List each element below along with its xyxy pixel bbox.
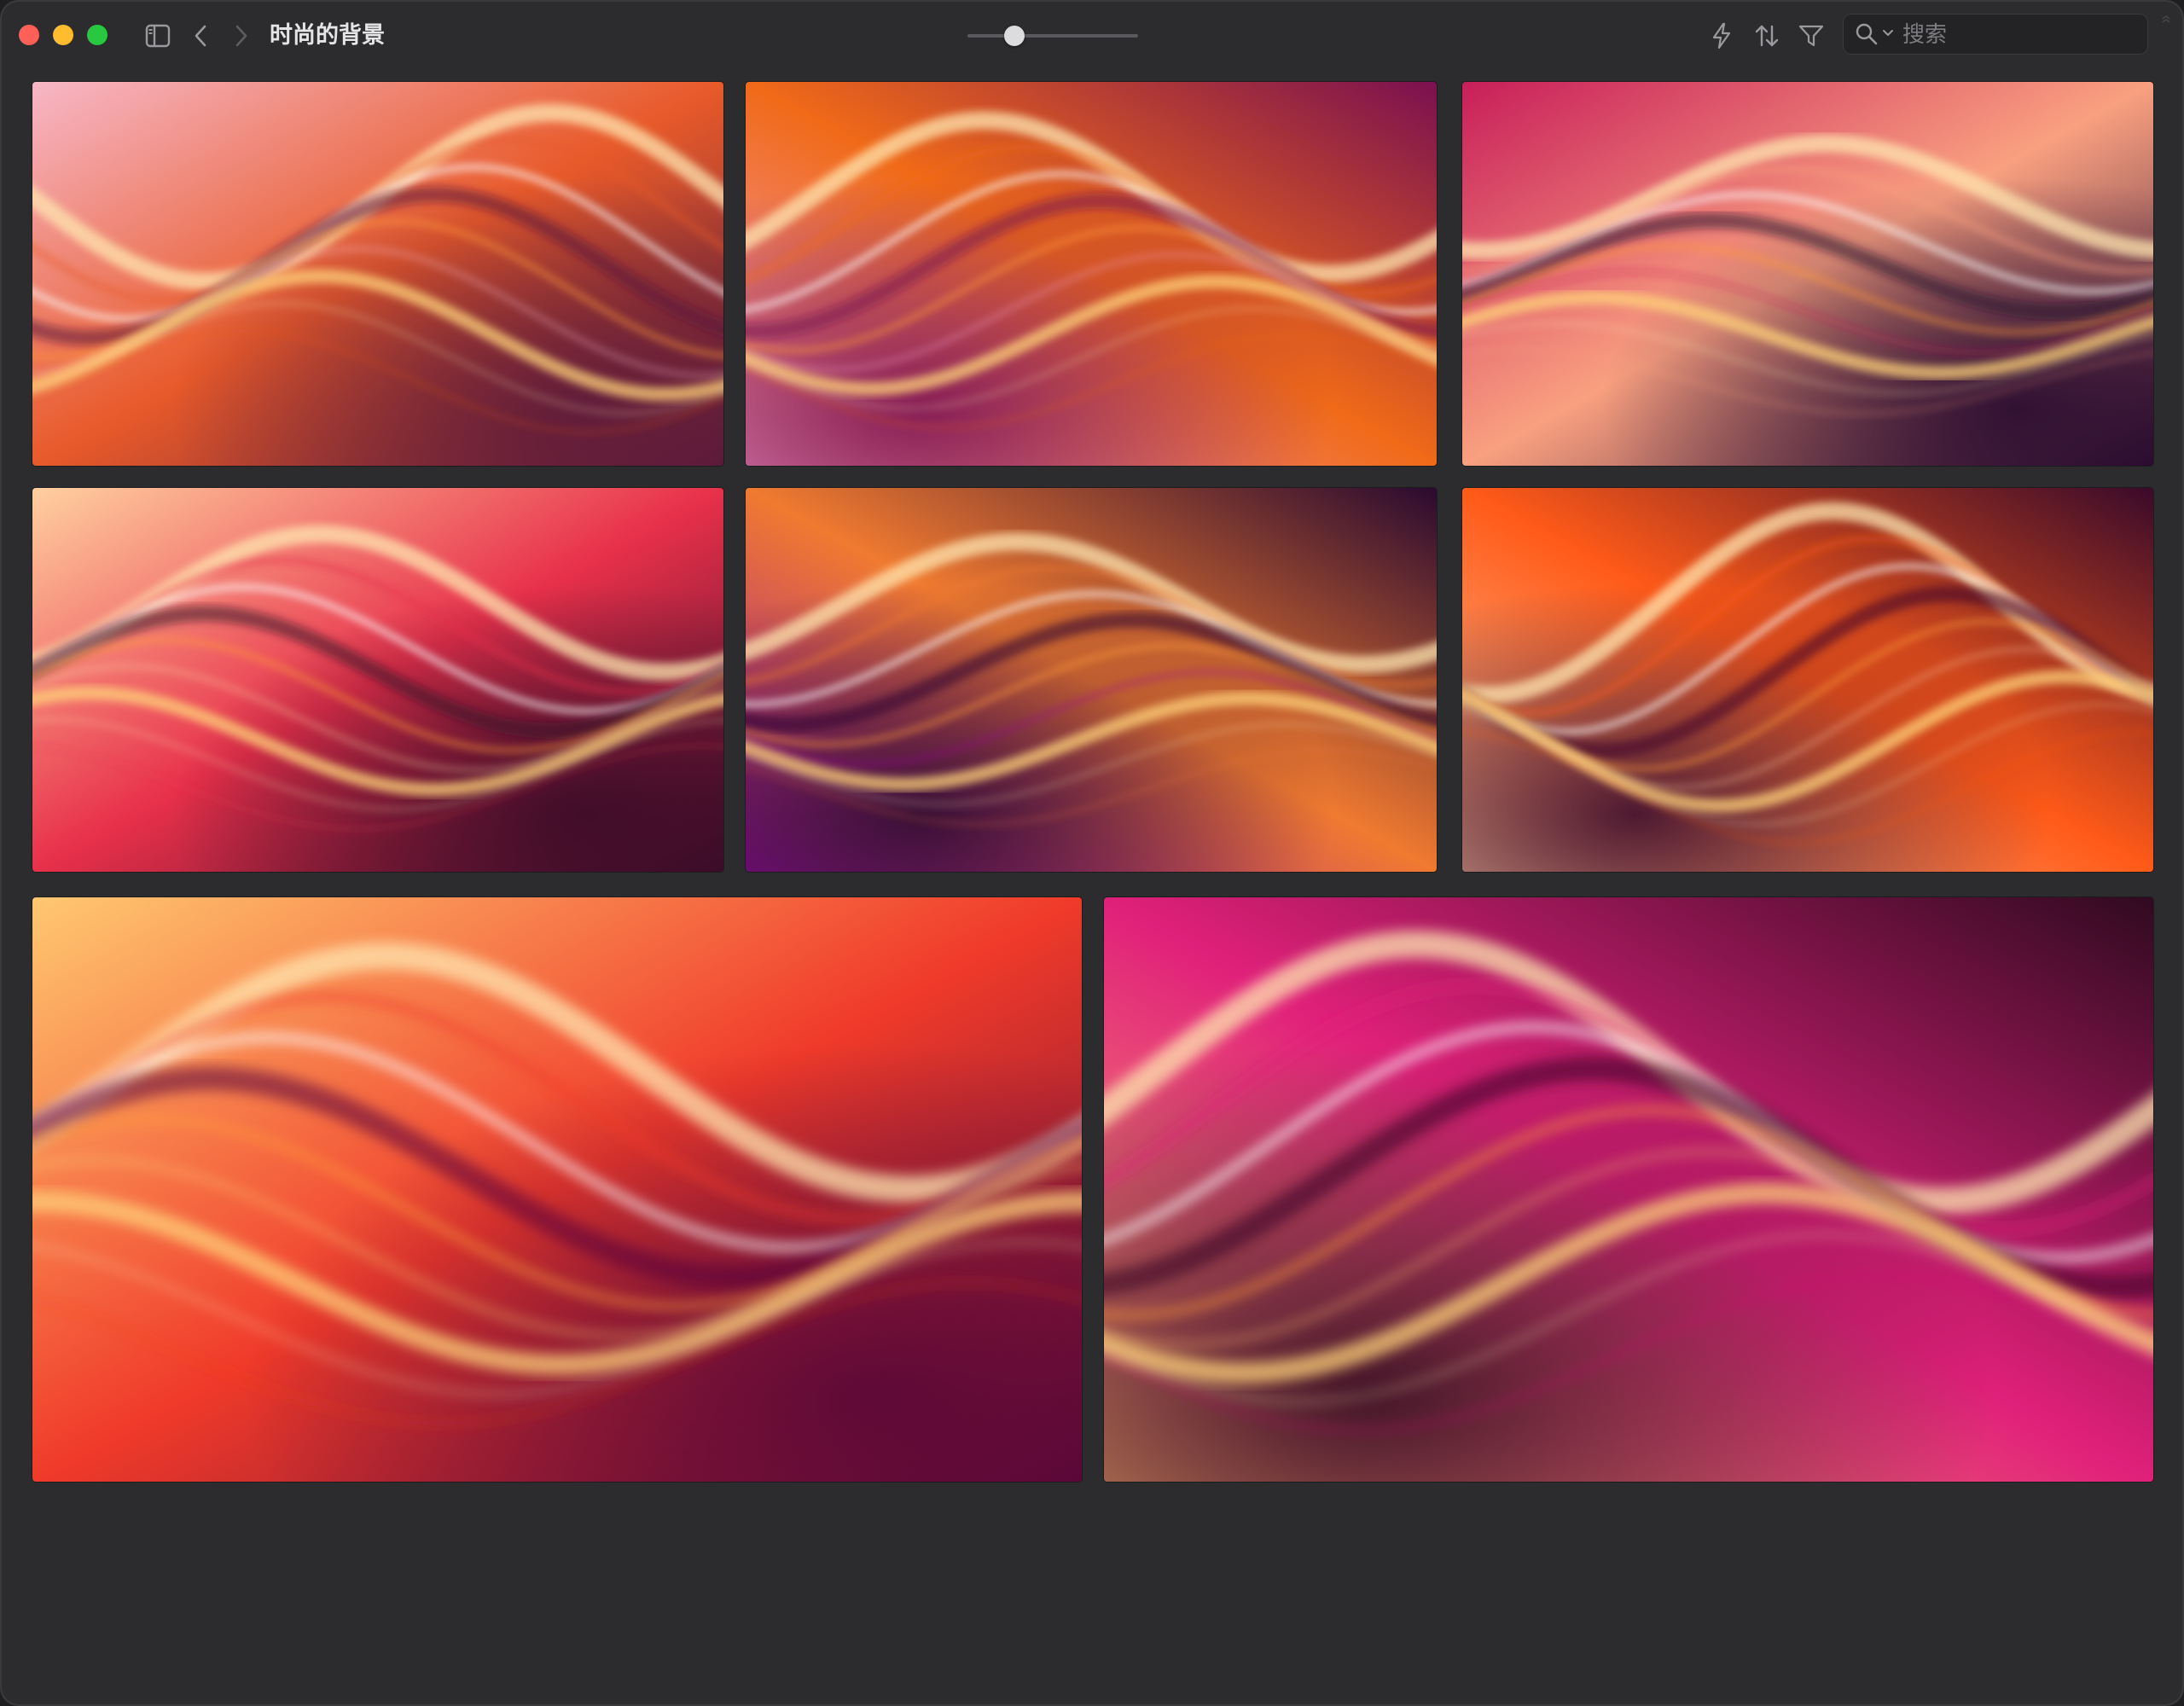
thumbnail[interactable]: [1462, 82, 2153, 466]
wallpaper-image: [1462, 488, 2153, 872]
chevron-down-icon[interactable]: [1882, 28, 1894, 38]
close-button[interactable]: [19, 25, 39, 45]
search-input[interactable]: [1901, 19, 2135, 51]
thumbnail[interactable]: [32, 82, 723, 466]
minimize-button[interactable]: [53, 25, 73, 45]
sidebar-icon[interactable]: [143, 19, 172, 53]
thumbnail[interactable]: [32, 488, 723, 872]
wallpaper-image: [32, 897, 1082, 1482]
wallpaper-image: [1462, 82, 2153, 466]
resize-handle-icon: [2162, 15, 2170, 23]
chevron-left-icon[interactable]: [189, 19, 212, 53]
window-title: 时尚的背景: [270, 22, 385, 49]
bolt-icon[interactable]: [1708, 19, 1735, 53]
search-icon: [1856, 23, 1878, 45]
thumbnail[interactable]: [32, 897, 1082, 1482]
wallpaper-image: [32, 82, 723, 466]
search-field[interactable]: [1843, 14, 2148, 55]
thumbnail[interactable]: [746, 488, 1437, 872]
thumbnail[interactable]: [746, 82, 1437, 466]
zoom-button[interactable]: [87, 25, 107, 45]
wallpaper-image: [32, 488, 723, 872]
wallpaper-image: [746, 82, 1437, 466]
thumbnail[interactable]: [1462, 488, 2153, 872]
sort-icon[interactable]: [1752, 19, 1781, 53]
thumbnail[interactable]: [1104, 897, 2153, 1482]
wallpaper-image: [746, 488, 1437, 872]
zoom-slider-thumb[interactable]: [1004, 26, 1025, 46]
photos-window: 时尚的背景: [0, 0, 2184, 1706]
wallpaper-image: [1104, 897, 2153, 1482]
filter-icon[interactable]: [1797, 19, 1826, 53]
toolbar: 时尚的背景: [0, 0, 2184, 72]
zoom-slider[interactable]: [967, 34, 1138, 38]
chevron-right-icon[interactable]: [230, 19, 253, 53]
